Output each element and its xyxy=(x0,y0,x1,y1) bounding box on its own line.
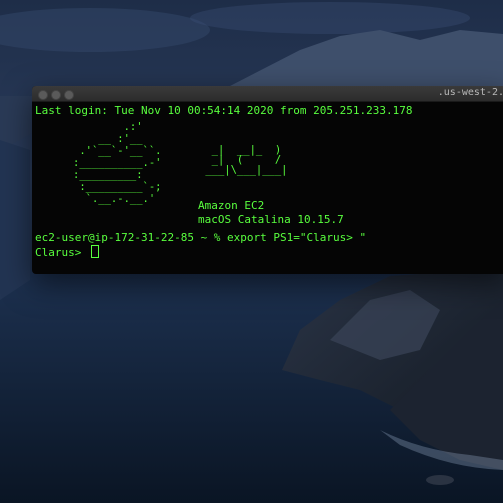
title-bar[interactable]: .us-west-2. xyxy=(32,86,503,102)
last-login-line: Last login: Tue Nov 10 00:54:14 2020 fro… xyxy=(35,104,413,117)
window-title: .us-west-2. xyxy=(437,87,503,98)
system-info: Amazon EC2 macOS Catalina 10.15.7 xyxy=(198,199,344,227)
maximize-button[interactable] xyxy=(64,90,74,100)
terminal-output[interactable]: Last login: Tue Nov 10 00:54:14 2020 fro… xyxy=(32,102,503,259)
os-version: macOS Catalina 10.15.7 xyxy=(198,213,344,226)
ec2-ascii-logo: _| __|_ ) _| ( / ___|\___|___| xyxy=(205,144,288,176)
command-line: ec2-user@ip-172-31-22-85 ~ % export PS1=… xyxy=(35,231,367,244)
minimize-button[interactable] xyxy=(51,90,61,100)
text-cursor xyxy=(90,245,99,258)
desktop: .us-west-2. Last login: Tue Nov 10 00:54… xyxy=(0,0,503,503)
close-button[interactable] xyxy=(38,90,48,100)
terminal-window[interactable]: .us-west-2. Last login: Tue Nov 10 00:54… xyxy=(32,86,503,274)
product-name: Amazon EC2 xyxy=(198,199,265,212)
prompt-line[interactable]: Clarus> xyxy=(35,245,503,259)
prompt-text: Clarus> xyxy=(35,246,88,259)
motd-banner: .:' __ :'__ .'`__`-'__``. :__________.-'… xyxy=(35,121,503,231)
apple-logo-icon: .:' __ :'__ .'`__`-'__``. :__________.-'… xyxy=(73,121,162,205)
